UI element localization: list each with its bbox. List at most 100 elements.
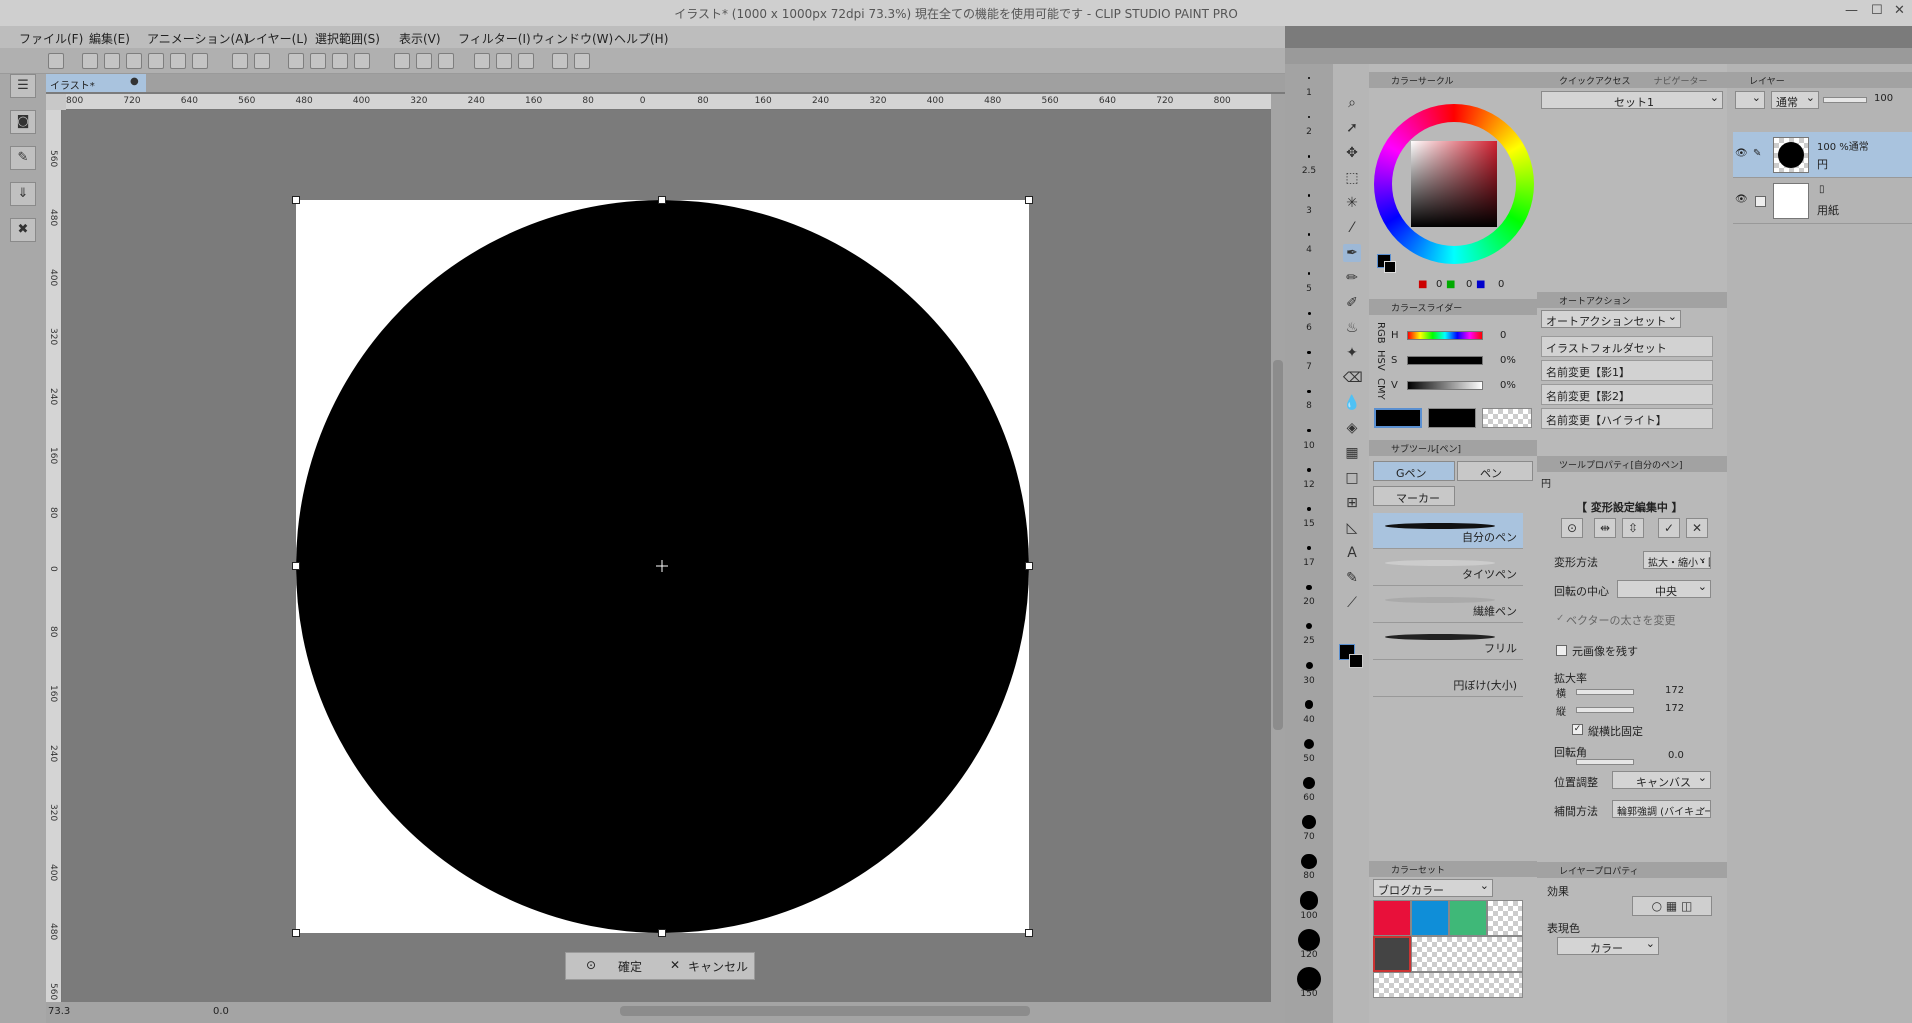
menu-filter[interactable]: フィルター(I) [458, 30, 531, 47]
scale-width-slider[interactable] [1576, 689, 1634, 695]
eyedropper-tool-icon[interactable]: ⁄ [1343, 219, 1361, 237]
delete-icon[interactable]: ✖ [10, 218, 36, 242]
opacity-slider[interactable] [1823, 97, 1867, 103]
aspect-lock-checkbox[interactable]: ✓ [1572, 724, 1583, 735]
transform-center-icon[interactable] [655, 559, 669, 573]
special-ruler-snap-icon[interactable] [496, 53, 512, 69]
vertical-scroll-thumb[interactable] [1273, 360, 1283, 730]
menu-edit[interactable]: 編集(E) [89, 30, 130, 47]
tab-rgb[interactable]: RGB [1375, 322, 1386, 344]
menu-layer[interactable]: レイヤー(L) [244, 30, 308, 47]
transform-handle-b[interactable] [658, 929, 666, 937]
circle-sub-color[interactable] [1384, 261, 1396, 273]
clip-icon[interactable] [192, 53, 208, 69]
layer-color-dropdown[interactable] [1735, 91, 1765, 109]
colorset-swatch-blue[interactable] [1411, 900, 1449, 936]
slider-main-color[interactable] [1374, 408, 1422, 428]
layer-name[interactable]: 円 [1817, 156, 1828, 172]
layer-move-tool-icon[interactable]: ✥ [1343, 144, 1361, 162]
colorset-swatch-empty-row2[interactable] [1373, 972, 1523, 998]
brush-tool-icon[interactable]: ✐ [1343, 294, 1361, 312]
value-slider[interactable] [1407, 381, 1483, 390]
brush-size-dot[interactable] [1297, 966, 1321, 991]
transform-handle-r[interactable] [1025, 562, 1033, 570]
brush-size-dot[interactable] [1307, 389, 1311, 393]
auto-action-set-dropdown[interactable]: オートアクションセット [1541, 310, 1681, 328]
brush-size-dot[interactable] [1307, 272, 1311, 276]
scale-height-value[interactable]: 172 [1665, 703, 1684, 714]
show-selection-icon[interactable] [438, 53, 454, 69]
method-dropdown[interactable]: 拡大・縮小・回転 [1643, 551, 1711, 569]
transform-handle-br[interactable] [1025, 929, 1033, 937]
confirm-transform-icon[interactable]: ✓ [1658, 518, 1680, 538]
brush-size-dot[interactable] [1302, 815, 1316, 829]
correction-tool-icon[interactable]: ⟋ [1343, 594, 1361, 612]
transform-handle-tr[interactable] [1025, 196, 1033, 204]
brush-size-dot[interactable] [1305, 662, 1313, 669]
zoom-tool-icon[interactable]: ⌕ [1343, 94, 1361, 112]
cancel-button[interactable]: キャンセル [688, 958, 748, 975]
brush-size-dot[interactable] [1304, 700, 1314, 709]
rotation-value[interactable]: 0.0 [1668, 750, 1684, 761]
rotation-center-dropdown[interactable]: 中央 [1617, 580, 1711, 598]
brush-size-dot[interactable] [1307, 311, 1311, 315]
fill-icon[interactable] [332, 53, 348, 69]
deselect-icon[interactable] [394, 53, 410, 69]
brush-size-dot[interactable] [1307, 428, 1311, 433]
cancel-icon[interactable]: ✕ [670, 958, 680, 972]
text-tool-icon[interactable]: A [1343, 544, 1361, 562]
slider-sub-color[interactable] [1428, 408, 1476, 428]
undo-icon[interactable] [232, 53, 248, 69]
import-icon[interactable]: ⇓ [10, 182, 36, 206]
subtool-tab-pen[interactable]: ペン [1457, 461, 1533, 481]
navigator-tab[interactable]: ナビゲーター [1653, 77, 1707, 87]
auto-action-item-2[interactable]: 名前変更【影2】 [1541, 384, 1713, 405]
keep-original-checkbox[interactable] [1556, 645, 1567, 656]
brush-size-dot[interactable] [1307, 194, 1311, 197]
figure-tool-icon[interactable]: □ [1343, 469, 1361, 487]
flip-horizontal-icon[interactable]: ⇹ [1594, 518, 1616, 538]
horizontal-scroll-thumb[interactable] [620, 1006, 1030, 1016]
brush-size-dot[interactable] [1299, 891, 1319, 910]
ruler-snap-icon[interactable] [474, 53, 490, 69]
clip-studio-icon[interactable] [552, 53, 568, 69]
colorset-swatch-gray[interactable] [1373, 936, 1411, 972]
brush-size-dot[interactable] [1307, 76, 1311, 80]
tab-cmy[interactable]: CMY [1375, 378, 1386, 400]
tab-close-icon[interactable]: ● [130, 76, 139, 87]
transform-icon[interactable] [354, 53, 370, 69]
visibility-eye-icon[interactable]: 👁 [1735, 194, 1748, 205]
subtool-tab-gpen[interactable]: Gペン [1373, 461, 1455, 481]
menu-file[interactable]: ファイル(F) [19, 30, 83, 47]
airbrush-tool-icon[interactable]: ♨ [1343, 319, 1361, 337]
auto-action-item-0[interactable]: イラストフォルダセット [1541, 336, 1713, 357]
balloon-tool-icon[interactable]: ✎ [1343, 569, 1361, 587]
transform-handle-t[interactable] [658, 196, 666, 204]
edit-icon[interactable]: ✎ [10, 146, 36, 170]
colorset-swatch-empty-row[interactable] [1411, 936, 1523, 972]
app-icon[interactable] [48, 53, 64, 69]
brush-size-dot[interactable] [1307, 467, 1311, 472]
redo-icon[interactable] [254, 53, 270, 69]
transform-handle-tl[interactable] [292, 196, 300, 204]
menu-window[interactable]: ウィンドウ(W) [532, 30, 613, 47]
brush-size-dot[interactable] [1306, 584, 1312, 590]
menu-selection[interactable]: 選択範囲(S) [315, 30, 380, 47]
save-icon[interactable] [126, 53, 142, 69]
brush-size-dot[interactable] [1307, 350, 1311, 354]
effect-buttons[interactable]: ○ ▦ ◫ [1632, 896, 1712, 916]
selection-tool-icon[interactable]: ⬚ [1343, 169, 1361, 187]
hue-slider[interactable] [1407, 331, 1483, 340]
interpolation-dropdown[interactable]: 輪郭強調 (バイキュービック法) [1612, 800, 1711, 818]
brush-size-dot[interactable] [1303, 777, 1315, 789]
cancel-transform-icon[interactable]: ✕ [1686, 518, 1708, 538]
brush-size-dot[interactable] [1298, 928, 1320, 951]
quick-access-title[interactable]: クイックアクセス [1559, 77, 1631, 87]
slider-transparent-color[interactable] [1482, 408, 1532, 428]
invert-selection-icon[interactable] [416, 53, 432, 69]
brush-item-tights[interactable]: タイツペン [1373, 550, 1523, 586]
confirm-button[interactable]: 確定 [618, 958, 642, 975]
colorset-dropdown[interactable]: ブログカラー [1373, 879, 1493, 897]
colorset-swatch-green[interactable] [1449, 900, 1487, 936]
auto-select-tool-icon[interactable]: ✳ [1343, 194, 1361, 212]
